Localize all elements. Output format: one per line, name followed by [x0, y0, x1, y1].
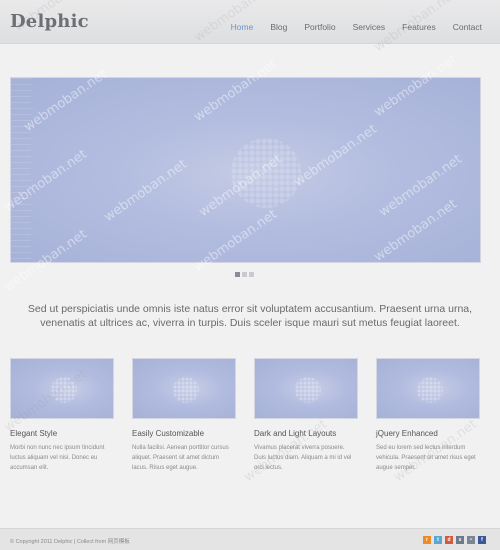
feature-text: Morbi non nunc nec ipsum tincidunt luctu… [10, 445, 105, 471]
feature-title: Easily Customizable [132, 429, 205, 438]
feature-thumbnail[interactable] [132, 358, 236, 419]
slider-dot-1[interactable] [235, 272, 240, 277]
flickr-icon[interactable]: • [467, 536, 475, 544]
site-logo[interactable]: Delphic [10, 11, 89, 32]
feature-text: Vivamus placerat viverra posuere. Duis l… [254, 445, 352, 471]
feature-title: jQuery Enhanced [376, 429, 438, 438]
feature-thumbnail[interactable] [254, 358, 358, 419]
feature-card: Dark and Light Layouts Vivamus placerat … [254, 358, 358, 473]
copyright-text: © Copyright 2011 Delphic | Collect from … [10, 539, 130, 545]
digg-icon[interactable]: d [445, 536, 453, 544]
slider-pagination [235, 272, 254, 277]
feature-card: jQuery Enhanced Sed eu lorem sed lectus … [376, 358, 480, 473]
nav-portfolio[interactable]: Portfolio [304, 22, 335, 32]
slide-texture [11, 78, 31, 262]
feature-title: Dark and Light Layouts [254, 429, 337, 438]
nav-blog[interactable]: Blog [270, 22, 287, 32]
social-links: r t d s • f [423, 536, 486, 544]
nav-services[interactable]: Services [353, 22, 386, 32]
hero-slider[interactable] [10, 77, 481, 263]
nav-home[interactable]: Home [231, 22, 254, 32]
feature-card: Easily Customizable Nulla facilisi. Aene… [132, 358, 236, 473]
nav-contact[interactable]: Contact [453, 22, 482, 32]
site-header: Delphic Home Blog Portfolio Services Fea… [0, 0, 500, 44]
intro-text: Sed ut perspiciatis unde omnis iste natu… [27, 303, 473, 329]
twitter-icon[interactable]: t [434, 536, 442, 544]
feature-thumbnail[interactable] [10, 358, 114, 419]
feature-text: Nulla facilisi. Aenean porttitor cursus … [132, 445, 229, 471]
site-footer: © Copyright 2011 Delphic | Collect from … [0, 528, 500, 550]
nav-features[interactable]: Features [402, 22, 436, 32]
feature-thumbnail[interactable] [376, 358, 480, 419]
facebook-icon[interactable]: f [478, 536, 486, 544]
feature-card: Elegant Style Morbi non nunc nec ipsum t… [10, 358, 114, 473]
slide-ornament [231, 138, 301, 208]
feature-text: Sed eu lorem sed lectus interdum vehicul… [376, 445, 476, 471]
slider-dot-3[interactable] [249, 272, 254, 277]
stumbleupon-icon[interactable]: s [456, 536, 464, 544]
feature-title: Elegant Style [10, 429, 58, 438]
slider-dot-2[interactable] [242, 272, 247, 277]
main-nav: Home Blog Portfolio Services Features Co… [214, 22, 482, 32]
rss-icon[interactable]: r [423, 536, 431, 544]
